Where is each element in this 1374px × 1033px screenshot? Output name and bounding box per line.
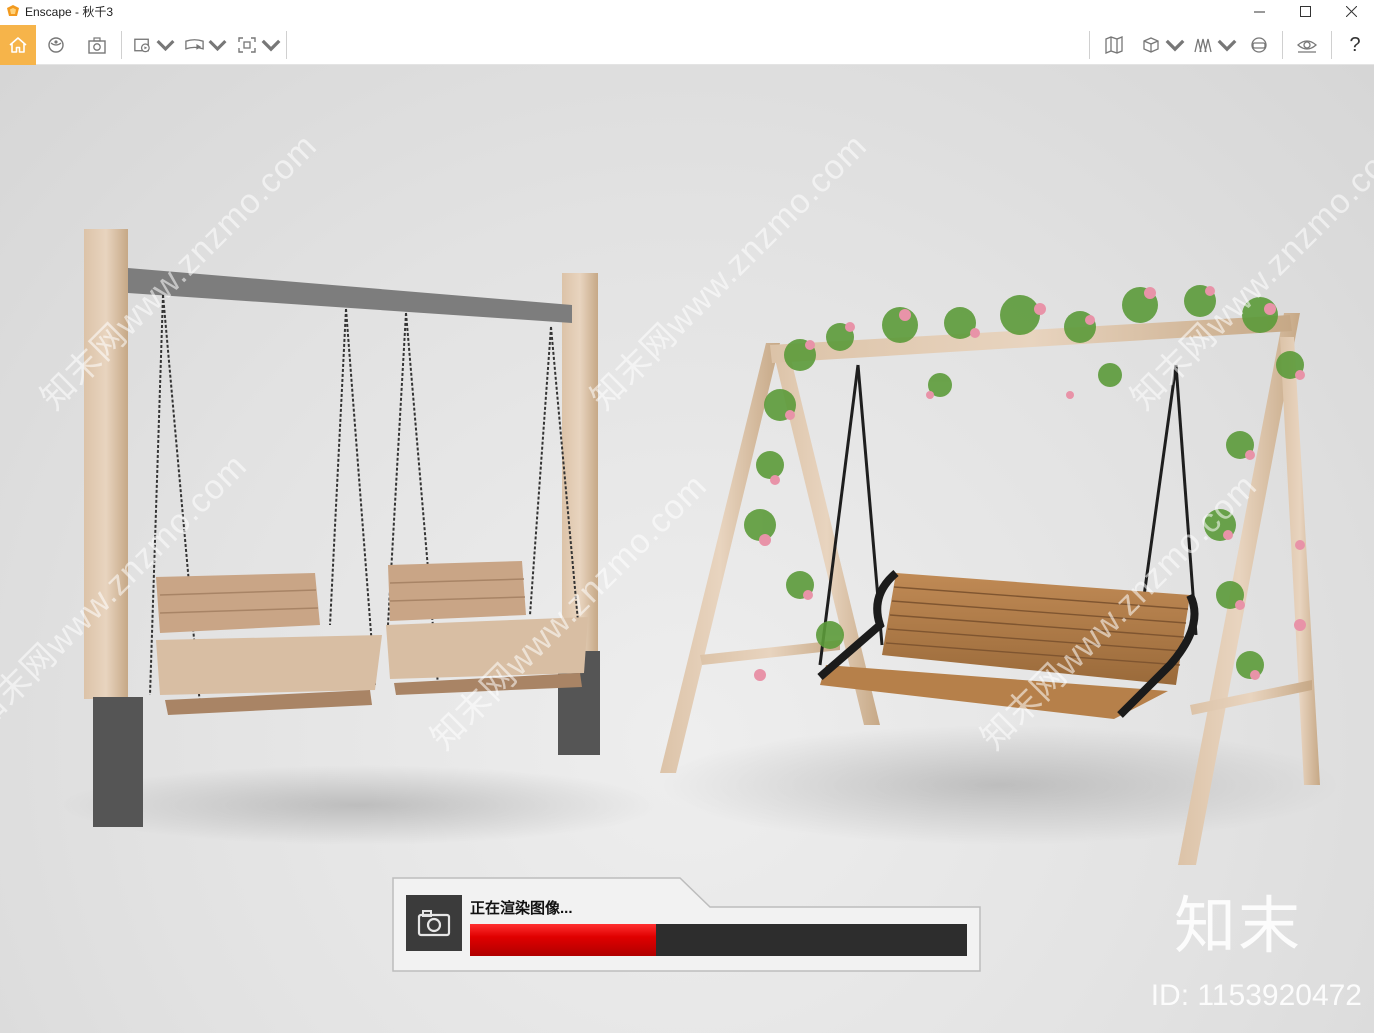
- render-progress-bar: [470, 924, 967, 956]
- chevron-down-icon: [1165, 39, 1185, 52]
- window-controls: [1236, 0, 1374, 22]
- map-button[interactable]: [1100, 25, 1128, 65]
- render-video-button[interactable]: [132, 25, 176, 65]
- toolbar-separator: [286, 31, 287, 59]
- maximize-icon: [1299, 5, 1311, 17]
- minimize-button[interactable]: [1236, 0, 1282, 22]
- brand-watermark: 知末: [1173, 892, 1302, 961]
- render-panorama-icon: [185, 39, 204, 50]
- chevron-down-icon: [261, 39, 281, 52]
- visual-settings-icon: [1297, 40, 1317, 53]
- render-status-label: 正在渲染图像...: [470, 900, 573, 917]
- render-progress-dialog: 正在渲染图像...: [392, 877, 981, 972]
- help-button[interactable]: ?: [1342, 25, 1368, 65]
- vr-headset-button[interactable]: [1246, 25, 1272, 65]
- screenshot-icon: [88, 37, 106, 54]
- batch-render-icon: [238, 37, 256, 53]
- render-progress-fill: [470, 924, 657, 956]
- maximize-button[interactable]: [1282, 0, 1328, 22]
- assets-button[interactable]: [1192, 25, 1238, 65]
- chevron-down-icon: [208, 39, 227, 52]
- toolbar-separator: [121, 31, 122, 59]
- camera-icon: [417, 910, 451, 937]
- view-cube-button[interactable]: [1140, 25, 1186, 65]
- title-bar: Enscape - 秋千3: [0, 0, 1374, 22]
- map-icon: [1105, 36, 1123, 54]
- toolbar-separator: [1331, 31, 1332, 59]
- enscape-logo-icon: [7, 5, 19, 16]
- vr-headset-icon: [1251, 37, 1267, 53]
- toolbar-separator: [1089, 31, 1090, 59]
- screenshot-button[interactable]: [84, 25, 110, 65]
- visual-settings-button[interactable]: [1292, 25, 1322, 65]
- orbit-icon: [48, 37, 64, 53]
- chevron-down-icon: [1217, 39, 1237, 52]
- image-id-label: ID: 1153920472: [1150, 979, 1362, 1012]
- chevron-down-icon: [156, 39, 175, 52]
- minimize-icon: [1253, 11, 1265, 12]
- render-panorama-button[interactable]: [184, 25, 228, 65]
- home-button[interactable]: [0, 25, 36, 65]
- batch-render-button[interactable]: [236, 25, 282, 65]
- orbit-button[interactable]: [44, 25, 68, 65]
- render-video-icon: [134, 38, 150, 53]
- view-cube-icon: [1143, 37, 1159, 53]
- toolbar-separator: [1282, 31, 1283, 59]
- camera-icon-box: [406, 895, 462, 951]
- toolbar: ?: [0, 25, 1374, 83]
- window-title: Enscape - 秋千3: [25, 4, 114, 19]
- assets-icon: [1194, 38, 1212, 53]
- close-button[interactable]: [1328, 0, 1374, 22]
- render-viewport[interactable]: 知末网www.znzmo.com 知末网www.znzmo.com 知末网www…: [0, 65, 1374, 1033]
- close-icon: [1345, 5, 1357, 17]
- home-icon: [9, 37, 27, 53]
